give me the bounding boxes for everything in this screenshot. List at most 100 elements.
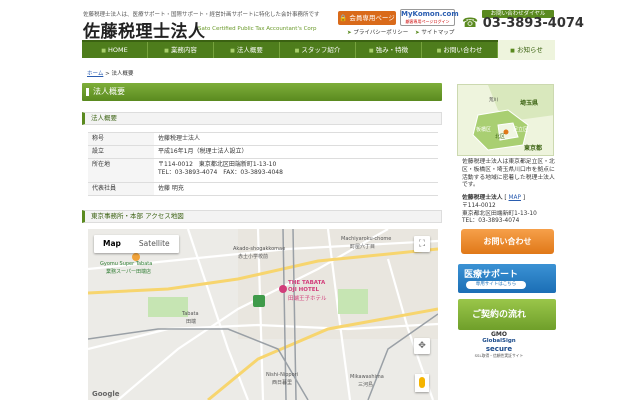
- table-row: 称号 佐藤税理士法人: [88, 132, 438, 146]
- nav-item-label: お問い合わせ: [443, 46, 483, 54]
- nav-item-staff[interactable]: ■ スタッフ紹介: [280, 42, 356, 58]
- site-logo[interactable]: 佐藤税理士法人: [83, 17, 206, 42]
- square-bullet-icon: ■: [436, 48, 442, 54]
- area-label: 東京都: [524, 145, 543, 152]
- mykomon-subtitle: 顧客専用ページログイン: [405, 19, 450, 24]
- contract-flow-banner[interactable]: ご契約の流れ: [458, 299, 556, 330]
- map-label: 町屋六丁目: [350, 244, 376, 250]
- gs-seal-line: GMO: [491, 331, 507, 338]
- sidebar-tel: TEL：03-3893-4074: [462, 218, 520, 225]
- area-label: 荒川: [489, 98, 498, 103]
- phone-icon: ☎: [462, 16, 479, 31]
- square-bullet-icon: ■: [230, 48, 235, 54]
- global-nav: ■ HOME ■ 業務内容 ■ 法人概要 ■ スタッフ紹介 ■ 強み・特徴 ■ …: [82, 40, 555, 60]
- section-heading-overview: 法人概要: [82, 112, 442, 125]
- map-label: Gyomu Super Tabata: [100, 261, 153, 267]
- header-tel-number: 03-3893-4074: [482, 16, 584, 31]
- info-key: 称号: [88, 132, 154, 146]
- nav-item-news[interactable]: ■ お知らせ: [498, 40, 555, 60]
- square-bullet-icon: ■: [164, 48, 169, 54]
- street-view-pegman-icon[interactable]: [415, 374, 429, 392]
- site-header: 佐藤税理士法人は、医療サポート・国際サポート・経営計画サポートに特化した会計事務…: [0, 0, 640, 42]
- gs-seal-line: SSL取得・信頼性実証サイト: [474, 353, 524, 358]
- contract-banner-title: ご契約の流れ: [472, 310, 527, 320]
- sidebar-map-link[interactable]: MAP: [509, 195, 521, 201]
- breadcrumb-separator: >: [105, 71, 110, 77]
- breadcrumb-home-link[interactable]: ホーム: [87, 71, 103, 77]
- map-label: 田端: [186, 319, 197, 325]
- info-key: 設立: [88, 145, 154, 159]
- mykomon-title: MyKomon.com: [401, 10, 459, 18]
- table-row: 所在地 〒114-0012 東京都北区田端新町1-13-10 TEL：03-38…: [88, 158, 438, 183]
- tel-fax-line: TEL：03-3893-4074 FAX：03-3893-4048: [158, 169, 283, 176]
- info-key: 所在地: [88, 158, 154, 183]
- area-map: 荒川 埼玉県 板橋区 足立区 北区 東京都: [457, 84, 554, 156]
- arrow-right-icon: ➤: [415, 30, 420, 36]
- map-label: THE TABATA: [288, 280, 326, 286]
- nav-item-home[interactable]: ■ HOME: [82, 42, 148, 58]
- table-row: 代表社員 佐藤 明充: [88, 182, 438, 196]
- square-bullet-icon: ■: [101, 48, 106, 54]
- nav-item-label: 強み・特徴: [375, 46, 409, 54]
- nav-item-label: 業務内容: [170, 46, 197, 54]
- contact-button-label: お問い合わせ: [483, 237, 532, 246]
- arrow-right-icon: ➤: [347, 30, 352, 36]
- medical-banner-subtitle: 専用サイトはこちら: [466, 281, 526, 289]
- sidebar-address-line: 東京都北区田端新町1-13-10: [462, 210, 537, 217]
- google-map[interactable]: Map Satellite ⛶ ✥ Akado-shogakkomae 赤土小学…: [88, 229, 438, 400]
- sidebar-address: 佐藤税理士法人 [ MAP ] 〒114-0012 東京都北区田端新町1-13-…: [462, 195, 556, 226]
- map-label: 三河島: [358, 382, 374, 388]
- members-page-button[interactable]: 🔒 会員専用ページ: [338, 11, 396, 25]
- medical-support-banner[interactable]: 医療サポート 専用サイトはこちら: [458, 264, 556, 293]
- header-tel[interactable]: ☎ 03-3893-4074: [462, 16, 584, 31]
- privacy-link-label: プライバシーポリシー: [353, 30, 409, 36]
- map-tab-map[interactable]: Map: [94, 235, 130, 253]
- map-label: 赤土小学校前: [238, 254, 269, 260]
- info-value: 〒114-0012 東京都北区田端新町1-13-10 TEL：03-3893-4…: [154, 158, 438, 183]
- gs-seal-line: GlobalSign: [482, 338, 516, 344]
- map-label: Nishi-Nippori: [266, 372, 299, 378]
- nav-item-label: スタッフ紹介: [301, 46, 341, 54]
- nav-item-contact[interactable]: ■ お問い合わせ: [422, 42, 498, 58]
- map-label: OJI HOTEL: [288, 287, 319, 293]
- area-label: 北区: [495, 134, 506, 140]
- area-label: 足立区: [513, 127, 529, 133]
- nav-item-label: お知らせ: [516, 46, 543, 54]
- lock-icon: 🔒: [339, 14, 348, 22]
- map-type-tabs: Map Satellite: [94, 235, 179, 253]
- map-label: 田端王子ホテル: [288, 296, 327, 302]
- company-info-table: 称号 佐藤税理士法人 設立 平成16年1月（税理士法人設立） 所在地 〒114-…: [88, 132, 438, 196]
- square-bullet-icon: ■: [294, 48, 300, 54]
- map-tab-satellite[interactable]: Satellite: [130, 235, 179, 253]
- nav-item-company[interactable]: ■ 法人概要: [214, 42, 280, 58]
- info-value: 佐藤税理士法人: [154, 132, 438, 146]
- section-heading-access-map: 東京事務所・本部 アクセス地図: [82, 210, 442, 223]
- sitemap-link[interactable]: ➤ サイトマップ: [415, 28, 454, 36]
- nav-item-label: 法人概要: [236, 46, 263, 54]
- address-line: 〒114-0012 東京都北区田端新町1-13-10: [158, 161, 277, 168]
- map-label: 業務スーパー田端店: [106, 269, 151, 275]
- google-logo: Google: [92, 390, 120, 398]
- fullscreen-icon[interactable]: ⛶: [414, 236, 430, 252]
- table-row: 設立 平成16年1月（税理士法人設立）: [88, 145, 438, 159]
- members-button-label: 会員専用ページ: [349, 14, 395, 22]
- globalsign-seal[interactable]: GMO GlobalSign secure SSL取得・信頼性実証サイト: [468, 331, 530, 361]
- nav-item-strengths[interactable]: ■ 強み・特徴: [356, 42, 422, 58]
- map-label: Mikawashima: [350, 374, 384, 380]
- camera-control-icon[interactable]: ✥: [414, 338, 430, 354]
- breadcrumb-current: 法人概要: [111, 71, 134, 77]
- map-label: 西日暮里: [272, 380, 293, 386]
- info-value: 平成16年1月（税理士法人設立）: [154, 145, 438, 159]
- gs-seal-line: secure: [485, 345, 513, 353]
- nav-item-services[interactable]: ■ 業務内容: [148, 42, 214, 58]
- square-bullet-icon: ■: [368, 48, 374, 54]
- sitemap-link-label: サイトマップ: [421, 30, 455, 36]
- privacy-policy-link[interactable]: ➤ プライバシーポリシー: [347, 28, 408, 36]
- breadcrumb: ホーム > 法人概要: [87, 69, 133, 77]
- contact-button[interactable]: お問い合わせ: [461, 229, 554, 254]
- mykomon-login-button[interactable]: MyKomon.com 顧客専用ページログイン: [400, 9, 459, 26]
- area-label: 板橋区: [476, 127, 492, 133]
- sidebar-company-name: 佐藤税理士法人: [462, 195, 503, 201]
- info-key: 代表社員: [88, 182, 154, 196]
- medical-banner-title: 医療サポート: [464, 270, 519, 280]
